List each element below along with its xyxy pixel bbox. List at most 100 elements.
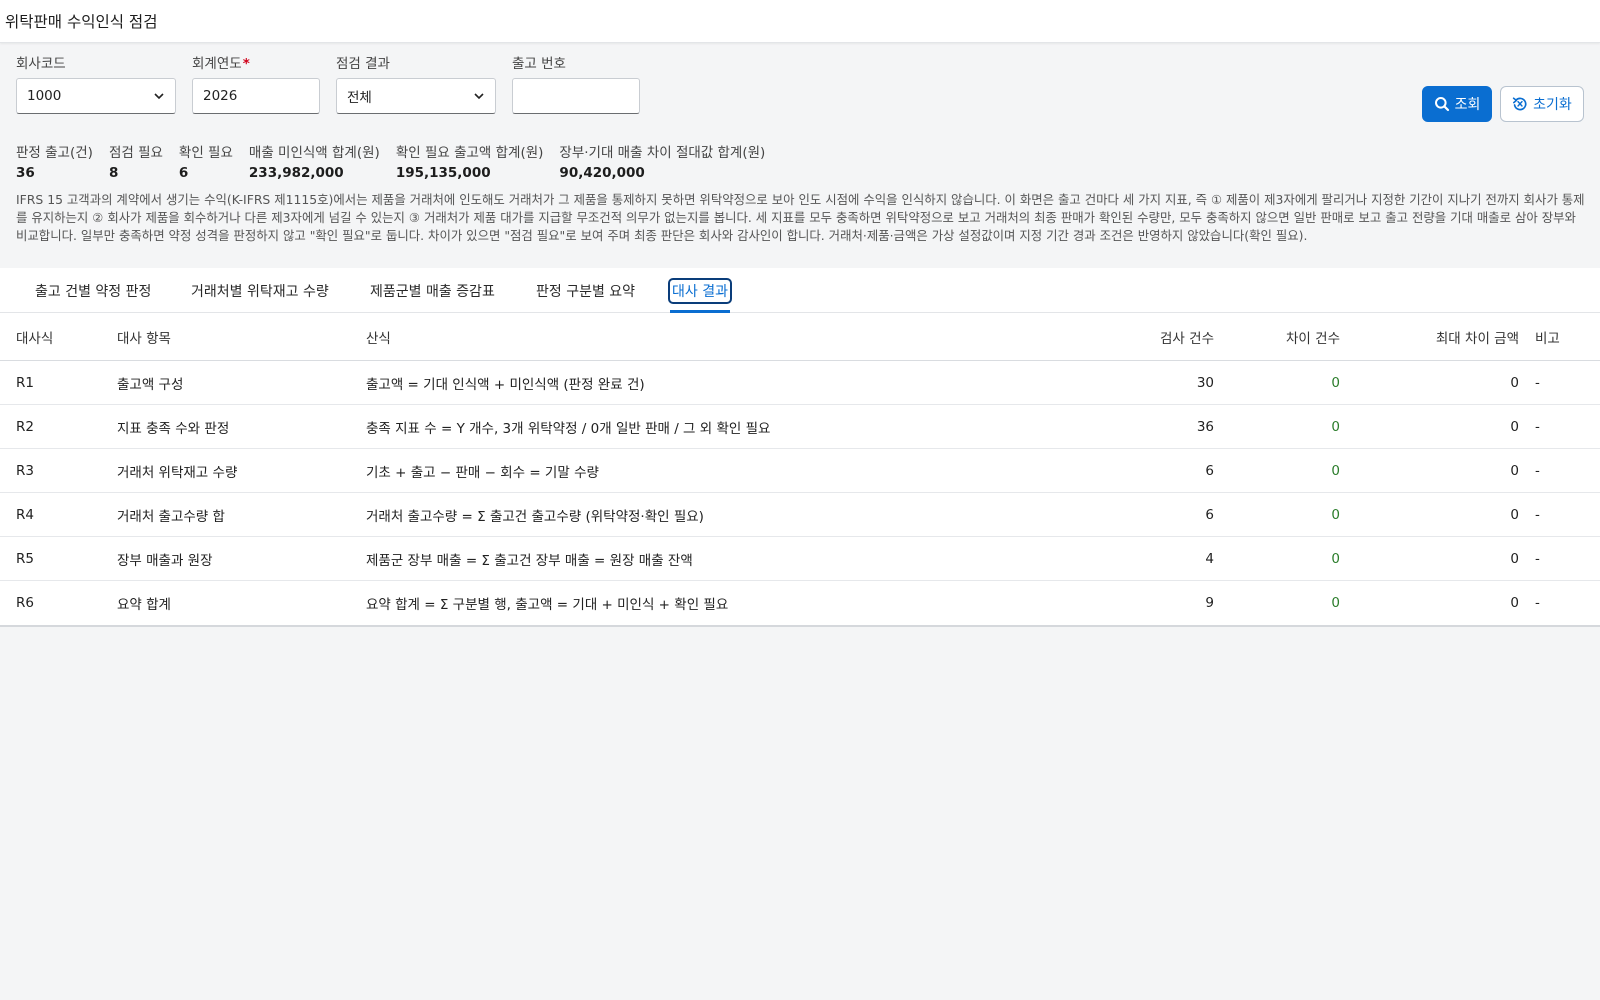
table-row[interactable]: R5 장부 매출과 원장 제품군 장부 매출 = Σ 출고건 장부 매출 = 원… <box>0 537 1600 581</box>
cell-note: - <box>1535 418 1540 435</box>
cell-count: 6 <box>1205 506 1214 523</box>
cell-item: 거래처 위탁재고 수량 <box>117 464 238 481</box>
tab-category-summary[interactable]: 판정 구분별 요약 <box>536 268 635 313</box>
cell-max: 0 <box>1510 506 1519 523</box>
cell-max: 0 <box>1510 418 1519 435</box>
header-diff[interactable]: 차이 건수 <box>1286 313 1340 360</box>
company-value: 1000 <box>27 88 62 104</box>
year-label-text: 회계연도 <box>192 56 242 72</box>
stat-value: 36 <box>16 165 35 181</box>
stat-difference-total: 장부·기대 매출 차이 절대값 합계(원) 90,420,000 <box>559 141 765 181</box>
cell-id: R1 <box>16 374 34 391</box>
cell-item: 출고액 구성 <box>117 376 184 393</box>
cell-max: 0 <box>1510 462 1519 479</box>
tab-consignment-stock[interactable]: 거래처별 위탁재고 수량 <box>191 268 329 313</box>
stat-confirm-needed: 확인 필요 6 <box>179 141 233 181</box>
table-row[interactable]: R3 거래처 위탁재고 수량 기초 + 출고 − 판매 − 회수 = 기말 수량… <box>0 449 1600 493</box>
year-input[interactable]: 2026 <box>192 78 320 114</box>
stat-label: 확인 필요 출고액 합계(원) <box>395 145 544 161</box>
tab-sales-change[interactable]: 제품군별 매출 증감표 <box>370 268 495 313</box>
delivery-filter: 출고 번호 <box>512 52 640 114</box>
cell-formula: 기초 + 출고 − 판매 − 회수 = 기말 수량 <box>366 464 599 481</box>
table-row[interactable]: R1 출고액 구성 출고액 = 기대 인식액 + 미인식액 (판정 완료 건) … <box>0 361 1600 405</box>
cell-formula: 충족 지표 수 = Y 개수, 3개 위탁약정 / 0개 일반 판매 / 그 외… <box>366 420 771 437</box>
cell-note: - <box>1535 374 1540 391</box>
year-value: 2026 <box>203 88 238 104</box>
result-select[interactable]: 전체 <box>336 78 496 114</box>
header-formula[interactable]: 산식 <box>366 313 391 360</box>
cell-formula: 거래처 출고수량 = Σ 출고건 출고수량 (위탁약정·확인 필요) <box>366 508 704 525</box>
cell-formula: 요약 합계 = Σ 구분별 행, 출고액 = 기대 + 미인식 + 확인 필요 <box>366 597 729 613</box>
cell-max: 0 <box>1510 595 1519 611</box>
tab-label: 출고 건별 약정 판정 <box>35 283 152 300</box>
search-button[interactable]: 조회 <box>1422 86 1492 122</box>
cell-id: R4 <box>16 506 34 523</box>
filter-bar: 회사코드 1000 회계연도* 2026 점검 결과 전체 출고 번호 <box>0 43 1600 125</box>
stat-value: 195,135,000 <box>395 165 491 181</box>
chevron-down-icon <box>154 93 164 100</box>
cell-count: 9 <box>1205 595 1214 611</box>
delivery-label: 출고 번호 <box>512 56 566 72</box>
tab-delivery-judgment[interactable]: 출고 건별 약정 판정 <box>35 268 151 313</box>
header-note[interactable]: 비고 <box>1535 313 1560 360</box>
header-count[interactable]: 검사 건수 <box>1160 313 1214 360</box>
stat-label: 매출 미인식액 합계(원) <box>248 145 380 161</box>
tab-reconciliation[interactable]: 대사 결과 <box>668 268 732 313</box>
tab-label: 대사 결과 <box>668 277 732 304</box>
stat-value: 233,982,000 <box>248 165 344 181</box>
cell-note: - <box>1535 595 1540 611</box>
cell-item: 요약 합계 <box>117 597 171 613</box>
cell-note: - <box>1535 506 1540 523</box>
stat-value: 90,420,000 <box>559 165 645 181</box>
header-id[interactable]: 대사식 <box>16 313 53 360</box>
table-row[interactable]: R4 거래처 출고수량 합 거래처 출고수량 = Σ 출고건 출고수량 (위탁약… <box>0 493 1600 537</box>
stat-label: 판정 출고(건) <box>16 145 93 161</box>
reset-button[interactable]: 초기화 <box>1500 86 1584 122</box>
company-filter: 회사코드 1000 <box>16 52 176 114</box>
result-filter: 점검 결과 전체 <box>336 52 496 114</box>
delivery-input[interactable] <box>512 78 640 114</box>
stat-total: 판정 출고(건) 36 <box>16 141 93 181</box>
cell-count: 36 <box>1196 418 1214 435</box>
cell-item: 거래처 출고수량 합 <box>117 508 225 525</box>
cell-item: 지표 충족 수와 판정 <box>117 420 230 437</box>
tab-bar: 출고 건별 약정 판정 거래처별 위탁재고 수량 제품군별 매출 증감표 판정 … <box>0 268 1600 313</box>
stat-label: 장부·기대 매출 차이 절대값 합계(원) <box>559 145 766 161</box>
header-max[interactable]: 최대 차이 금액 <box>1436 313 1519 360</box>
cell-max: 0 <box>1510 550 1519 567</box>
description-text: IFRS 15 고객과의 계약에서 생기는 수익(K-IFRS 제1115호)에… <box>16 192 1585 243</box>
table-header: 대사식 대사 항목 산식 검사 건수 차이 건수 최대 차이 금액 비고 <box>0 313 1600 361</box>
tab-label: 거래처별 위탁재고 수량 <box>191 283 329 300</box>
required-marker: * <box>242 56 250 72</box>
stat-unrecognized-total: 매출 미인식액 합계(원) 233,982,000 <box>249 141 380 181</box>
cell-id: R6 <box>16 595 34 611</box>
chevron-down-icon <box>474 93 484 100</box>
year-filter: 회계연도* 2026 <box>192 52 320 114</box>
cell-note: - <box>1535 550 1540 567</box>
cell-id: R5 <box>16 550 34 567</box>
cell-item: 장부 매출과 원장 <box>117 552 213 569</box>
search-button-label: 조회 <box>1454 97 1481 113</box>
table-row[interactable]: R6 요약 합계 요약 합계 = Σ 구분별 행, 출고액 = 기대 + 미인식… <box>0 581 1600 625</box>
cell-diff: 0 <box>1331 418 1340 435</box>
cell-diff: 0 <box>1331 506 1340 523</box>
tab-label: 판정 구분별 요약 <box>536 283 636 300</box>
stat-check-needed: 점검 필요 8 <box>109 141 163 181</box>
result-value: 전체 <box>347 90 372 106</box>
reset-button-label: 초기화 <box>1533 97 1572 113</box>
cell-diff: 0 <box>1331 462 1340 479</box>
stat-label: 점검 필요 <box>108 145 163 161</box>
year-label: 회계연도* <box>192 52 320 72</box>
cell-diff: 0 <box>1331 550 1340 567</box>
company-label: 회사코드 <box>16 56 66 72</box>
company-select[interactable]: 1000 <box>16 78 176 114</box>
cell-note: - <box>1535 462 1540 479</box>
cell-formula: 제품군 장부 매출 = Σ 출고건 장부 매출 = 원장 매출 잔액 <box>366 552 693 569</box>
header-item[interactable]: 대사 항목 <box>117 313 171 360</box>
tab-label: 제품군별 매출 증감표 <box>370 283 495 300</box>
table-row[interactable]: R2 지표 충족 수와 판정 충족 지표 수 = Y 개수, 3개 위탁약정 /… <box>0 405 1600 449</box>
stat-value: 6 <box>178 165 189 181</box>
cell-formula: 출고액 = 기대 인식액 + 미인식액 (판정 완료 건) <box>366 376 645 393</box>
cell-diff: 0 <box>1331 595 1340 611</box>
page-title: 위탁판매 수익인식 점검 <box>5 13 158 31</box>
